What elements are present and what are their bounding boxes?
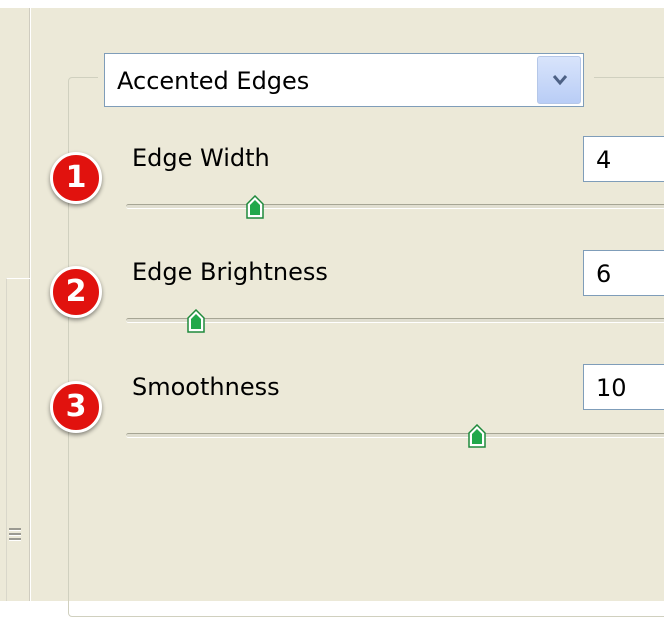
chevron-down-icon — [552, 75, 568, 86]
smoothness-input[interactable]: 10 — [583, 364, 664, 410]
edge-width-label: Edge Width — [132, 144, 270, 172]
edge-brightness-value: 6 — [596, 260, 612, 288]
edge-brightness-input[interactable]: 6 — [583, 250, 664, 296]
filter-select[interactable]: Accented Edges — [104, 53, 584, 107]
smoothness-label: Smoothness — [132, 373, 280, 401]
edge-brightness-slider-thumb[interactable] — [187, 309, 205, 333]
edge-width-slider-track[interactable] — [126, 204, 664, 209]
smoothness-slider-thumb[interactable] — [468, 424, 486, 448]
panel-divider — [30, 8, 40, 601]
edge-width-slider-thumb[interactable] — [246, 195, 264, 219]
smoothness-slider-track[interactable] — [126, 433, 664, 438]
smoothness-value: 10 — [596, 374, 627, 402]
panel-splitter — [6, 278, 30, 601]
dropdown-button[interactable] — [537, 56, 581, 104]
edge-brightness-slider-track[interactable] — [126, 318, 664, 323]
side-panel-strip — [0, 8, 30, 601]
callout-badge-2: 2 — [50, 266, 102, 318]
resize-grip-icon[interactable] — [9, 528, 21, 548]
filter-select-value: Accented Edges — [117, 67, 310, 95]
edge-brightness-label: Edge Brightness — [132, 258, 328, 286]
callout-badge-3: 3 — [50, 381, 102, 433]
edge-width-value: 4 — [596, 146, 612, 174]
edge-width-input[interactable]: 4 — [583, 136, 664, 182]
callout-badge-1: 1 — [50, 152, 102, 204]
